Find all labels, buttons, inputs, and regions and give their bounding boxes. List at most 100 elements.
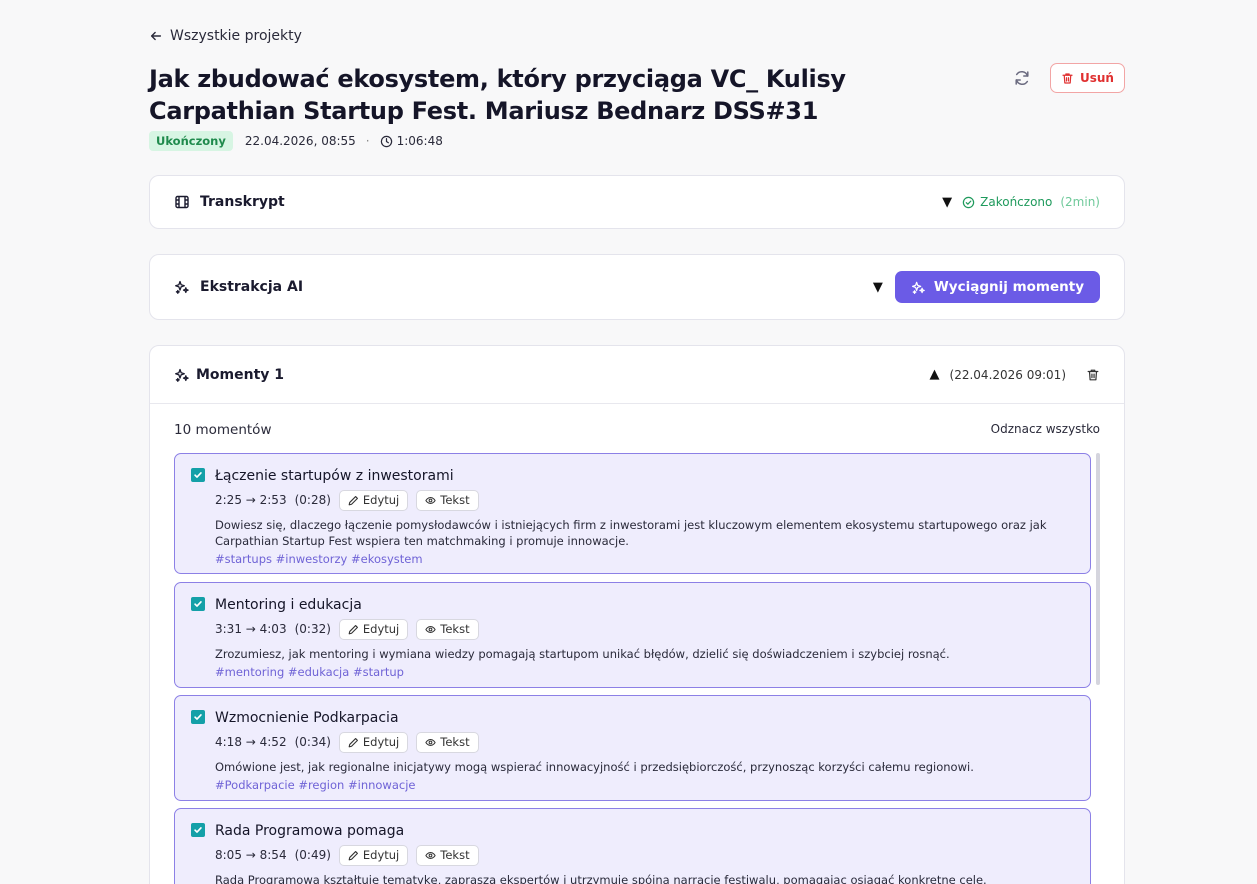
moment-title: Rada Programowa pomaga — [215, 823, 405, 839]
edit-button[interactable]: Edytuj — [338, 844, 409, 866]
page-title: Jak zbudować ekosystem, który przyciąga … — [149, 65, 846, 125]
edit-button[interactable]: Edytuj — [338, 618, 409, 640]
edit-label: Edytuj — [362, 735, 400, 749]
refresh-icon — [1015, 70, 1029, 86]
eye-icon — [425, 851, 436, 859]
moment-range: 3:31 → 4:03 — [215, 622, 287, 636]
moment-description: Dowiesz się, dlaczego łączenie pomysłoda… — [215, 518, 1047, 548]
back-link[interactable]: Wszystkie projekty — [149, 28, 302, 44]
moment-tags: #mentoring #edukacja #startup — [215, 665, 404, 679]
sparkles-icon — [175, 368, 189, 382]
edit-label: Edytuj — [362, 622, 400, 636]
moments-count: 10 momentów — [174, 422, 272, 438]
moment-checkbox[interactable] — [191, 710, 205, 724]
delete-label: Usuń — [1080, 71, 1114, 85]
trash-icon — [1062, 72, 1073, 84]
moment-description: Omówione jest, jak regionalne inicjatywy… — [215, 760, 974, 774]
clock-icon — [380, 135, 392, 147]
extract-moments-label: Wyciągnij momenty — [933, 279, 1084, 295]
transcript-status-label: Zakończono — [980, 195, 1053, 209]
moment-checkbox[interactable] — [191, 823, 205, 837]
moment-range: 2:25 → 2:53 — [215, 493, 287, 507]
moment-range: 8:05 → 8:54 — [215, 848, 287, 862]
transcript-card: Transkrypt ▼ Zakończono (2min) — [149, 175, 1125, 229]
moment-range: 4:18 → 4:52 — [215, 735, 287, 749]
film-icon — [175, 195, 189, 209]
text-button[interactable]: Tekst — [416, 731, 479, 753]
text-button[interactable]: Tekst — [416, 489, 479, 511]
moments-title: Momenty 1 — [196, 366, 285, 383]
unselect-all-link[interactable]: Odznacz wszystko — [991, 422, 1100, 438]
text-label: Tekst — [440, 493, 470, 507]
moments-header[interactable]: Momenty 1 ▲ (22.04.2026 09:01) — [150, 346, 1124, 404]
check-icon — [194, 714, 202, 720]
check-icon — [194, 827, 202, 833]
text-label: Tekst — [440, 622, 470, 636]
delete-project-button[interactable]: Usuń — [1050, 63, 1125, 93]
arrow-left-icon — [150, 31, 162, 41]
project-meta: Ukończony 22.04.2026, 08:55 · 1:06:48 — [149, 131, 443, 151]
moment-description: Rada Programowa kształtuje tematykę, zap… — [215, 873, 987, 884]
moment-title: Łączenie startupów z inwestorami — [215, 468, 454, 484]
transcript-title: Transkrypt — [200, 194, 285, 210]
moment-length: (0:28) — [294, 493, 331, 507]
edit-button[interactable]: Edytuj — [338, 489, 409, 511]
text-label: Tekst — [440, 848, 470, 862]
moment-title: Mentoring i edukacja — [215, 597, 362, 613]
eye-icon — [425, 625, 436, 633]
moment-meta: 8:05 → 8:54 (0:49) Edytuj Tekst — [215, 844, 1074, 866]
extraction-header[interactable]: Ekstrakcja AI ▼ Wyciągnij momenty — [150, 255, 1124, 319]
refresh-button[interactable] — [1012, 68, 1032, 88]
moment-item[interactable]: Wzmocnienie Podkarpacia 4:18 → 4:52 (0:3… — [174, 695, 1091, 801]
extraction-toggle[interactable]: ▼ — [873, 280, 883, 295]
extraction-card: Ekstrakcja AI ▼ Wyciągnij momenty — [149, 254, 1125, 320]
moment-tags: #Podkarpacie #region #innowacje — [215, 778, 416, 792]
moment-item[interactable]: Rada Programowa pomaga 8:05 → 8:54 (0:49… — [174, 808, 1091, 884]
extraction-title: Ekstrakcja AI — [200, 279, 304, 295]
back-link-label: Wszystkie projekty — [170, 28, 302, 44]
eye-icon — [425, 738, 436, 746]
moments-card: Momenty 1 ▲ (22.04.2026 09:01) 10 moment… — [149, 345, 1125, 884]
moment-checkbox[interactable] — [191, 468, 205, 482]
moment-length: (0:49) — [294, 848, 331, 862]
trash-icon[interactable] — [1086, 368, 1100, 382]
moments-count-row: 10 momentów Odznacz wszystko — [174, 422, 1100, 438]
edit-button[interactable]: Edytuj — [338, 731, 409, 753]
moment-meta: 2:25 → 2:53 (0:28) Edytuj Tekst — [215, 489, 1074, 511]
text-button[interactable]: Tekst — [416, 618, 479, 640]
eye-icon — [425, 496, 436, 504]
extract-moments-button[interactable]: Wyciągnij momenty — [894, 271, 1100, 303]
moment-checkbox[interactable] — [191, 597, 205, 611]
check-icon — [194, 601, 202, 607]
pencil-icon — [348, 624, 358, 634]
text-button[interactable]: Tekst — [416, 844, 479, 866]
pencil-icon — [348, 495, 358, 505]
transcript-status: Zakończono (2min) — [962, 195, 1100, 209]
duration-value: 1:06:48 — [396, 134, 443, 148]
transcript-toggle[interactable]: ▼ — [942, 195, 952, 210]
moment-length: (0:32) — [294, 622, 331, 636]
status-badge: Ukończony — [149, 131, 233, 151]
meta-separator: · — [365, 134, 370, 148]
project-duration: 1:06:48 — [380, 134, 443, 148]
project-date: 22.04.2026, 08:55 — [244, 134, 356, 148]
moments-header-right: ▲ (22.04.2026 09:01) — [930, 367, 1100, 382]
sparkles-icon — [911, 281, 925, 294]
moments-scrollbar[interactable] — [1096, 453, 1100, 685]
moment-tags: #startups #inwestorzy #ekosystem — [215, 552, 423, 566]
moment-item[interactable]: Mentoring i edukacja 3:31 → 4:03 (0:32) … — [174, 582, 1091, 688]
check-circle-icon — [962, 196, 975, 208]
moment-description: Zrozumiesz, jak mentoring i wymiana wied… — [215, 647, 950, 661]
edit-label: Edytuj — [362, 493, 400, 507]
text-label: Tekst — [440, 735, 470, 749]
transcript-header[interactable]: Transkrypt ▼ Zakończono (2min) — [150, 176, 1124, 228]
moments-toggle[interactable]: ▲ — [930, 367, 940, 382]
pencil-icon — [348, 737, 358, 747]
moment-length: (0:34) — [294, 735, 331, 749]
edit-label: Edytuj — [362, 848, 400, 862]
pencil-icon — [348, 850, 358, 860]
moment-title: Wzmocnienie Podkarpacia — [215, 710, 399, 726]
moment-item[interactable]: Łączenie startupów z inwestorami 2:25 → … — [174, 453, 1091, 574]
transcript-status-time: (2min) — [1060, 195, 1100, 209]
check-icon — [194, 472, 202, 478]
